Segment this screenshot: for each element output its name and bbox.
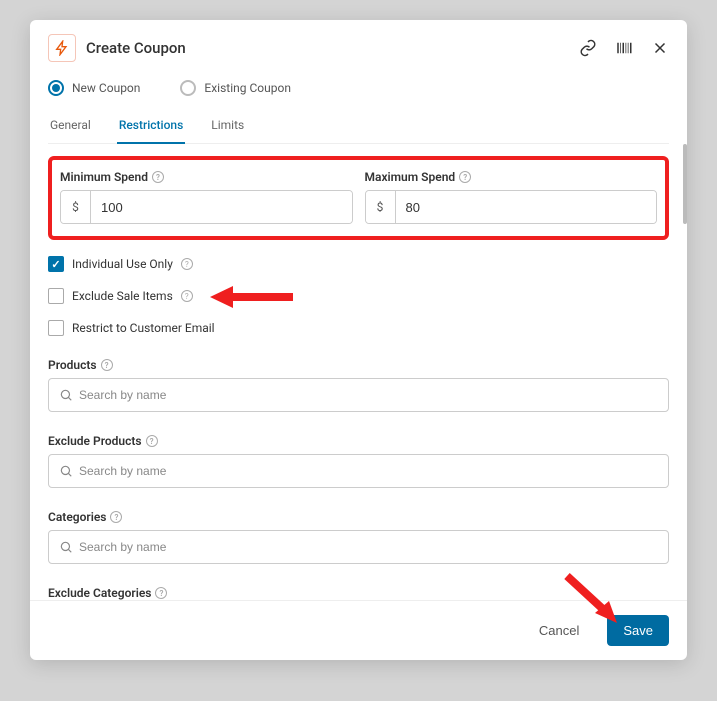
radio-new-label: New Coupon [72, 81, 140, 95]
barcode-icon[interactable] [615, 39, 633, 57]
min-spend-input[interactable] [91, 191, 352, 223]
exclude-sale-row: Exclude Sale Items ? [48, 288, 669, 304]
radio-unselected-icon [180, 80, 196, 96]
restrict-email-checkbox[interactable] [48, 320, 64, 336]
restrict-email-row: Restrict to Customer Email [48, 320, 669, 336]
max-spend-label: Maximum Spend ? [365, 170, 658, 184]
max-spend-input[interactable] [396, 191, 657, 223]
max-spend-input-group: $ [365, 190, 658, 224]
exclude-categories-label: Exclude Categories ? [48, 586, 669, 600]
individual-use-label: Individual Use Only [72, 257, 173, 271]
modal-title: Create Coupon [86, 39, 579, 57]
create-coupon-modal: Create Coupon New Coupon Existing Coupon [30, 20, 687, 660]
coupon-type-row: New Coupon Existing Coupon [48, 80, 669, 96]
header-actions [579, 39, 669, 57]
close-icon[interactable] [651, 39, 669, 57]
tabs-row: General Restrictions Limits [48, 110, 669, 144]
spend-highlight-box: Minimum Spend ? $ Maximum Spend ? $ [48, 156, 669, 240]
categories-search[interactable] [48, 530, 669, 564]
exclude-products-search-input[interactable] [79, 464, 658, 478]
min-spend-input-group: $ [60, 190, 353, 224]
currency-prefix: $ [366, 191, 396, 223]
restrict-email-label: Restrict to Customer Email [72, 321, 215, 335]
modal-body: New Coupon Existing Coupon General Restr… [30, 72, 687, 600]
individual-use-row: Individual Use Only ? [48, 256, 669, 272]
radio-selected-icon [48, 80, 64, 96]
max-spend-field: Maximum Spend ? $ [365, 170, 658, 224]
individual-use-checkbox[interactable] [48, 256, 64, 272]
link-icon[interactable] [579, 39, 597, 57]
help-icon[interactable]: ? [110, 511, 122, 523]
min-spend-field: Minimum Spend ? $ [60, 170, 353, 224]
products-search-input[interactable] [79, 388, 658, 402]
help-icon[interactable]: ? [146, 435, 158, 447]
radio-existing-coupon[interactable]: Existing Coupon [180, 80, 291, 96]
search-icon [59, 540, 73, 554]
help-icon[interactable]: ? [181, 290, 193, 302]
tab-general[interactable]: General [48, 110, 93, 144]
help-icon[interactable]: ? [155, 587, 167, 599]
categories-search-input[interactable] [79, 540, 658, 554]
scroll-indicator[interactable] [683, 144, 687, 224]
exclude-products-label: Exclude Products ? [48, 434, 669, 448]
radio-new-coupon[interactable]: New Coupon [48, 80, 140, 96]
help-icon[interactable]: ? [181, 258, 193, 270]
modal-footer: Cancel Save [30, 600, 687, 660]
min-spend-label: Minimum Spend ? [60, 170, 353, 184]
save-button[interactable]: Save [607, 615, 669, 646]
currency-prefix: $ [61, 191, 91, 223]
products-search[interactable] [48, 378, 669, 412]
exclude-sale-label: Exclude Sale Items [72, 289, 173, 303]
help-icon[interactable]: ? [459, 171, 471, 183]
tab-limits[interactable]: Limits [209, 110, 246, 144]
cancel-button[interactable]: Cancel [523, 615, 595, 646]
lightning-icon [48, 34, 76, 62]
search-icon [59, 388, 73, 402]
help-icon[interactable]: ? [152, 171, 164, 183]
exclude-products-search[interactable] [48, 454, 669, 488]
modal-header: Create Coupon [30, 20, 687, 72]
search-icon [59, 464, 73, 478]
help-icon[interactable]: ? [101, 359, 113, 371]
categories-label: Categories ? [48, 510, 669, 524]
exclude-sale-checkbox[interactable] [48, 288, 64, 304]
arrow-annotation-icon [208, 282, 298, 312]
radio-existing-label: Existing Coupon [204, 81, 291, 95]
products-label: Products ? [48, 358, 669, 372]
tab-restrictions[interactable]: Restrictions [117, 110, 185, 144]
